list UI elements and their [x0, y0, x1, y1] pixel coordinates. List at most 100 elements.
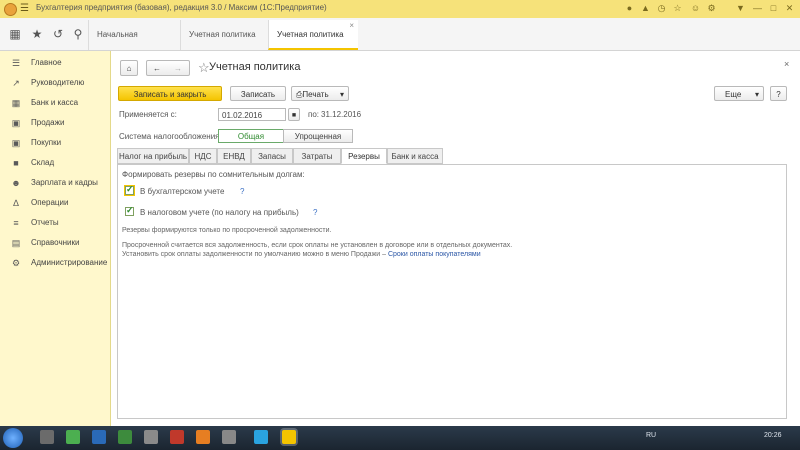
applied-from-input[interactable]: 01.02.2016 — [218, 108, 286, 121]
explorer-icon[interactable] — [144, 430, 158, 444]
sidebar-item-label: Банк и касса — [31, 98, 79, 107]
book-icon: ▤ — [11, 238, 21, 248]
skype-icon[interactable] — [254, 430, 268, 444]
tab-reserves[interactable]: Резервы — [341, 148, 387, 164]
form-area: ⌂ ← → ☆ Учетная политика × Записать и за… — [111, 51, 800, 426]
form-close-icon[interactable]: × — [784, 59, 789, 69]
nav-buttons: ← → — [146, 60, 190, 76]
sidebar-item-label: Склад — [31, 158, 55, 167]
desktop-app-icon[interactable] — [40, 430, 54, 444]
app-logo-icon — [4, 3, 17, 16]
tab-close-icon[interactable]: × — [349, 11, 354, 41]
home-icon: ⌂ — [126, 64, 132, 73]
sidebar-item-label: Главное — [31, 58, 62, 67]
language-indicator[interactable]: RU — [646, 432, 656, 439]
sidebar-item-purchases[interactable]: ▣ Покупки — [0, 133, 110, 153]
window-menu-icon[interactable]: ▼ — [735, 3, 746, 14]
people-icon: ☻ — [11, 178, 21, 188]
onec-app-icon[interactable] — [282, 430, 296, 444]
star-icon[interactable]: ☆ — [672, 3, 683, 14]
minimize-icon[interactable]: — — [752, 3, 763, 14]
maximize-icon[interactable]: □ — [768, 3, 779, 14]
sidebar-item-reports[interactable]: ≡ Отчеты — [0, 213, 110, 233]
history-list-icon[interactable]: ↺ — [51, 27, 65, 41]
page-title: Учетная политика — [209, 61, 301, 73]
excel-icon[interactable] — [118, 430, 132, 444]
window-title: Бухгалтерия предприятия (базовая), редак… — [36, 3, 327, 12]
close-icon[interactable]: ✕ — [784, 3, 795, 14]
sidebar-item-sales[interactable]: ▣ Продажи — [0, 113, 110, 133]
tax-reserve-checkbox[interactable]: ✓ — [125, 205, 134, 216]
tab-label: Учетная политика — [277, 30, 344, 39]
start-button[interactable] — [3, 428, 23, 448]
tab-profit-tax[interactable]: Налог на прибыль — [117, 148, 189, 164]
sidebar-item-warehouse[interactable]: ■ Склад — [0, 153, 110, 173]
system-menu-icon[interactable]: ☰ — [20, 3, 31, 14]
user-icon[interactable]: ☺ — [690, 3, 701, 14]
tab-bank-cash[interactable]: Банк и касса — [387, 148, 443, 164]
sidebar-item-label: Справочники — [31, 238, 80, 247]
tab-accounting-policy-active[interactable]: Учетная политика × — [268, 20, 358, 50]
calendar-icon: ■ — [291, 112, 297, 119]
cart-icon: ▣ — [11, 118, 21, 128]
save-and-close-button[interactable]: Записать и закрыть — [118, 86, 222, 101]
reserves-panel: Формировать резервы по сомнительным долг… — [117, 164, 787, 419]
print-button[interactable]: ⎙Печать ▾ — [291, 86, 349, 101]
tax-system-general-option[interactable]: Общая — [218, 129, 284, 143]
calendar-button[interactable]: ■ — [288, 108, 300, 121]
chrome-icon[interactable] — [66, 430, 80, 444]
tab-envd[interactable]: ЕНВД — [217, 148, 251, 164]
chart-icon: ↗ — [12, 78, 20, 88]
sidebar-item-label: Отчеты — [31, 218, 59, 227]
arrow-icon[interactable]: ● — [624, 3, 635, 14]
home-button[interactable]: ⌂ — [120, 60, 138, 76]
applied-to-value: 31.12.2016 — [321, 110, 362, 119]
favorites-star-icon[interactable]: ★ — [30, 27, 44, 41]
sidebar-item-manager[interactable]: ↗ Руководителю — [0, 73, 110, 93]
sidebar-item-label: Операции — [31, 198, 69, 207]
accounting-reserve-checkbox[interactable]: ✓ — [124, 184, 135, 196]
search-icon[interactable]: ⚲ — [71, 27, 85, 41]
help-tax-icon[interactable]: ? — [313, 208, 317, 217]
windows-taskbar: RU 20:26 — [0, 426, 800, 450]
reserves-heading: Формировать резервы по сомнительным долг… — [122, 170, 305, 179]
sidebar-item-operations[interactable]: ∆ Операции — [0, 193, 110, 213]
check-mark-icon: ✓ — [126, 205, 134, 215]
tax-system-label: Система налогообложения: — [119, 132, 222, 141]
help-accounting-icon[interactable]: ? — [240, 187, 244, 196]
sidebar-item-main[interactable]: ☰ Главное — [0, 53, 110, 73]
bank-icon: ▦ — [11, 98, 21, 108]
tax-system-simplified-option[interactable]: Упрощенная — [283, 129, 353, 143]
firefox-icon[interactable] — [196, 430, 210, 444]
app-icon[interactable] — [222, 430, 236, 444]
save-button[interactable]: Записать — [230, 86, 286, 101]
history-icon[interactable]: ◷ — [656, 3, 667, 14]
favorite-star-icon[interactable]: ☆ — [198, 60, 210, 76]
sections-menu-icon[interactable]: ▦ — [8, 27, 22, 41]
tab-vat[interactable]: НДС — [189, 148, 217, 164]
sidebar-item-hr[interactable]: ☻ Зарплата и кадры — [0, 173, 110, 193]
window-titlebar: ☰ Бухгалтерия предприятия (базовая), ред… — [0, 0, 800, 19]
help-button[interactable]: ? — [770, 86, 787, 101]
forward-arrow-icon[interactable]: → — [174, 61, 182, 76]
acrobat-icon[interactable] — [170, 430, 184, 444]
back-arrow-icon[interactable]: ← — [153, 61, 161, 76]
tab-accounting-policy[interactable]: Учетная политика — [180, 20, 268, 50]
reserves-note-text: Установить срок оплаты задолженности по … — [122, 251, 386, 258]
more-button[interactable]: Еще ▾ — [714, 86, 764, 101]
check-mark-icon: ✓ — [126, 184, 134, 194]
basket-icon: ▣ — [11, 138, 21, 148]
clock: 20:26 — [764, 432, 782, 439]
word-icon[interactable] — [92, 430, 106, 444]
accounting-reserve-label: В бухгалтерском учете — [140, 187, 225, 196]
tab-stocks[interactable]: Запасы — [251, 148, 293, 164]
tab-costs[interactable]: Затраты — [293, 148, 341, 164]
sidebar-item-bank[interactable]: ▦ Банк и касса — [0, 93, 110, 113]
reserves-note-overdue: Резервы формируются только по просроченн… — [122, 227, 332, 234]
tab-home-page[interactable]: Начальная страница — [88, 20, 180, 69]
bell-icon[interactable]: ▲ — [640, 3, 651, 14]
payment-terms-link[interactable]: Сроки оплаты покупателями — [388, 251, 481, 258]
sidebar-item-admin[interactable]: ⚙ Администрирование — [0, 253, 110, 273]
sidebar-item-catalogs[interactable]: ▤ Справочники — [0, 233, 110, 253]
settings-icon[interactable]: ⚙ — [706, 3, 717, 14]
